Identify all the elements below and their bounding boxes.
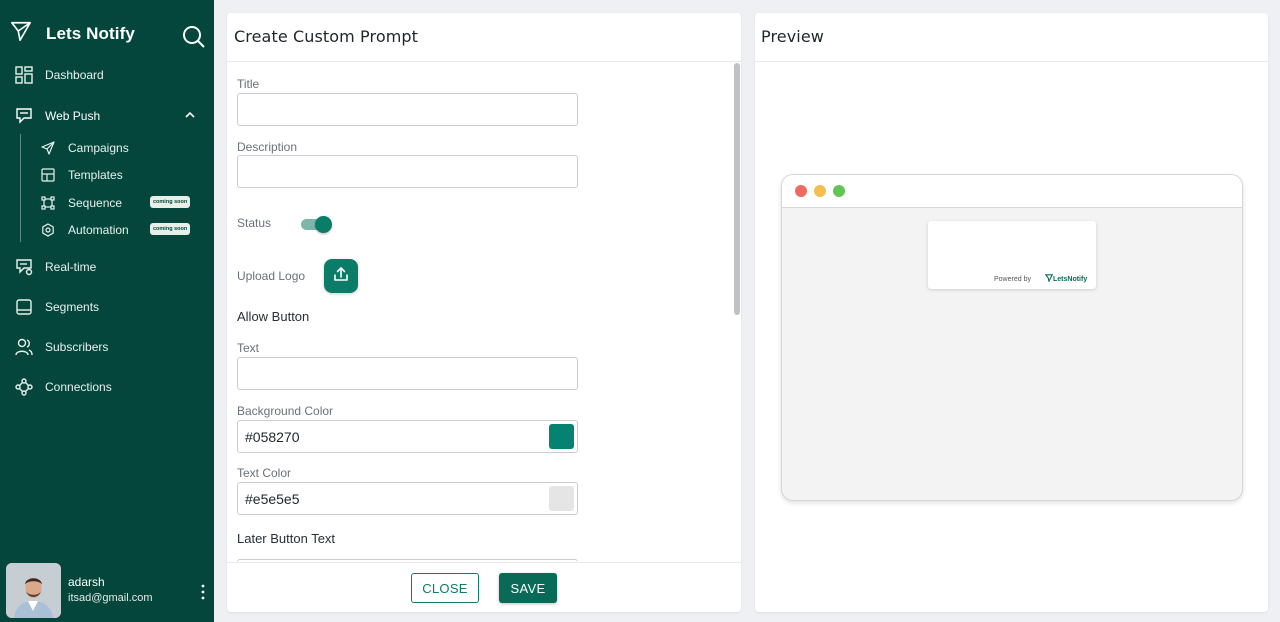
close-dot-icon [795, 185, 807, 197]
later-button-text-label: Later Button Text [237, 531, 336, 546]
brand[interactable]: Lets Notify [10, 20, 135, 47]
title-input[interactable] [237, 93, 578, 126]
sidebar-item-label: Campaigns [68, 141, 129, 155]
segments-icon [14, 297, 34, 317]
sidebar-item-automation[interactable]: Automation coming soon [40, 222, 200, 238]
sidebar-item-label: Web Push [45, 109, 101, 123]
sidebar-item-label: Dashboard [45, 68, 104, 82]
prompt-form: Title Description Status Upload Logo All… [237, 63, 737, 561]
user-profile[interactable]: adarsh itsad@gmail.com [6, 562, 212, 618]
letsnotify-mini-logo: LetsNotify [1044, 274, 1088, 284]
status-toggle[interactable] [301, 216, 333, 233]
sidebar-item-label: Real-time [45, 260, 97, 274]
save-button[interactable]: SAVE [499, 573, 557, 603]
minimize-dot-icon [814, 185, 826, 197]
sidebar-item-templates[interactable]: Templates [40, 167, 200, 183]
maximize-dot-icon [833, 185, 845, 197]
automation-icon [40, 222, 56, 238]
allow-text-input[interactable] [237, 357, 578, 390]
chat-bolt-icon [14, 106, 34, 126]
sidebar-item-subscribers[interactable]: Subscribers [14, 337, 200, 357]
brand-name: Lets Notify [46, 23, 135, 43]
background-color-label: Background Color [237, 404, 334, 418]
users-icon [14, 337, 34, 357]
user-name: adarsh [68, 575, 105, 589]
description-label: Description [237, 140, 298, 154]
description-input[interactable] [237, 155, 578, 188]
sidebar-item-label: Sequence [68, 196, 123, 210]
connections-icon [14, 377, 34, 397]
sidebar-item-sequence[interactable]: Sequence coming soon [40, 195, 200, 211]
sidebar-item-label: Subscribers [45, 340, 109, 354]
coming-soon-badge: coming soon [150, 223, 191, 235]
background-color-swatch[interactable] [549, 424, 574, 449]
user-email: itsad@gmail.com [68, 592, 153, 604]
text-color-value: #e5e5e5 [245, 491, 300, 507]
text-label: Text [237, 341, 260, 355]
preview-panel: Preview Powered by LetsNotify [755, 13, 1268, 612]
sequence-icon [40, 195, 56, 211]
sidebar-item-label: Connections [45, 380, 112, 394]
title-label: Title [237, 77, 260, 91]
upload-logo-button[interactable] [324, 259, 358, 293]
preview-browser-window: Powered by LetsNotify [781, 174, 1243, 501]
coming-soon-badge: coming soon [150, 196, 191, 208]
sidebar: Lets Notify Dashboard Web Push Campaigns… [0, 0, 214, 622]
background-color-value: #058270 [245, 429, 300, 445]
form-scrollbar[interactable] [734, 63, 740, 315]
avatar[interactable] [6, 563, 61, 618]
create-prompt-panel: Create Custom Prompt Title Description S… [227, 13, 741, 612]
browser-title-bar [782, 175, 1242, 208]
mini-logo-text: LetsNotify [1053, 275, 1088, 283]
dashboard-grid-icon [14, 65, 34, 85]
form-footer: CLOSE SAVE [227, 562, 741, 612]
powered-by-text: Powered by [994, 276, 1031, 283]
paper-plane-mini-icon [1044, 274, 1054, 284]
panel-title: Create Custom Prompt [227, 13, 741, 62]
sidebar-item-dashboard[interactable]: Dashboard [14, 65, 200, 85]
upload-icon [333, 266, 349, 287]
sidebar-item-label: Automation [68, 223, 129, 237]
sidebar-item-web-push[interactable]: Web Push [14, 106, 200, 126]
sidebar-item-realtime[interactable]: Real-time [14, 257, 200, 277]
allow-button-label: Allow Button [237, 309, 310, 324]
paper-plane-logo-icon [10, 20, 32, 47]
realtime-chat-icon [14, 257, 34, 277]
close-button[interactable]: CLOSE [411, 573, 479, 603]
sidebar-item-label: Templates [68, 168, 123, 182]
toggle-thumb [315, 216, 332, 233]
sidebar-item-segments[interactable]: Segments [14, 297, 200, 317]
sidebar-item-connections[interactable]: Connections [14, 377, 200, 397]
submenu-line [20, 134, 21, 242]
prompt-preview-card: Powered by LetsNotify [928, 221, 1096, 289]
text-color-label: Text Color [237, 466, 292, 480]
more-options-icon[interactable] [200, 584, 206, 600]
text-color-swatch[interactable] [549, 486, 574, 511]
chevron-up-icon[interactable] [184, 109, 196, 121]
sidebar-item-label: Segments [45, 300, 100, 314]
send-icon [40, 140, 56, 156]
later-button-text-input[interactable] [237, 559, 578, 561]
preview-title: Preview [755, 13, 1268, 62]
text-color-input[interactable]: #e5e5e5 [237, 482, 578, 515]
upload-logo-label: Upload Logo [237, 269, 306, 283]
search-button[interactable] [182, 25, 208, 51]
search-icon [182, 26, 206, 53]
status-label: Status [237, 216, 272, 230]
template-icon [40, 167, 56, 183]
background-color-input[interactable]: #058270 [237, 420, 578, 453]
sidebar-item-campaigns[interactable]: Campaigns [40, 140, 200, 156]
